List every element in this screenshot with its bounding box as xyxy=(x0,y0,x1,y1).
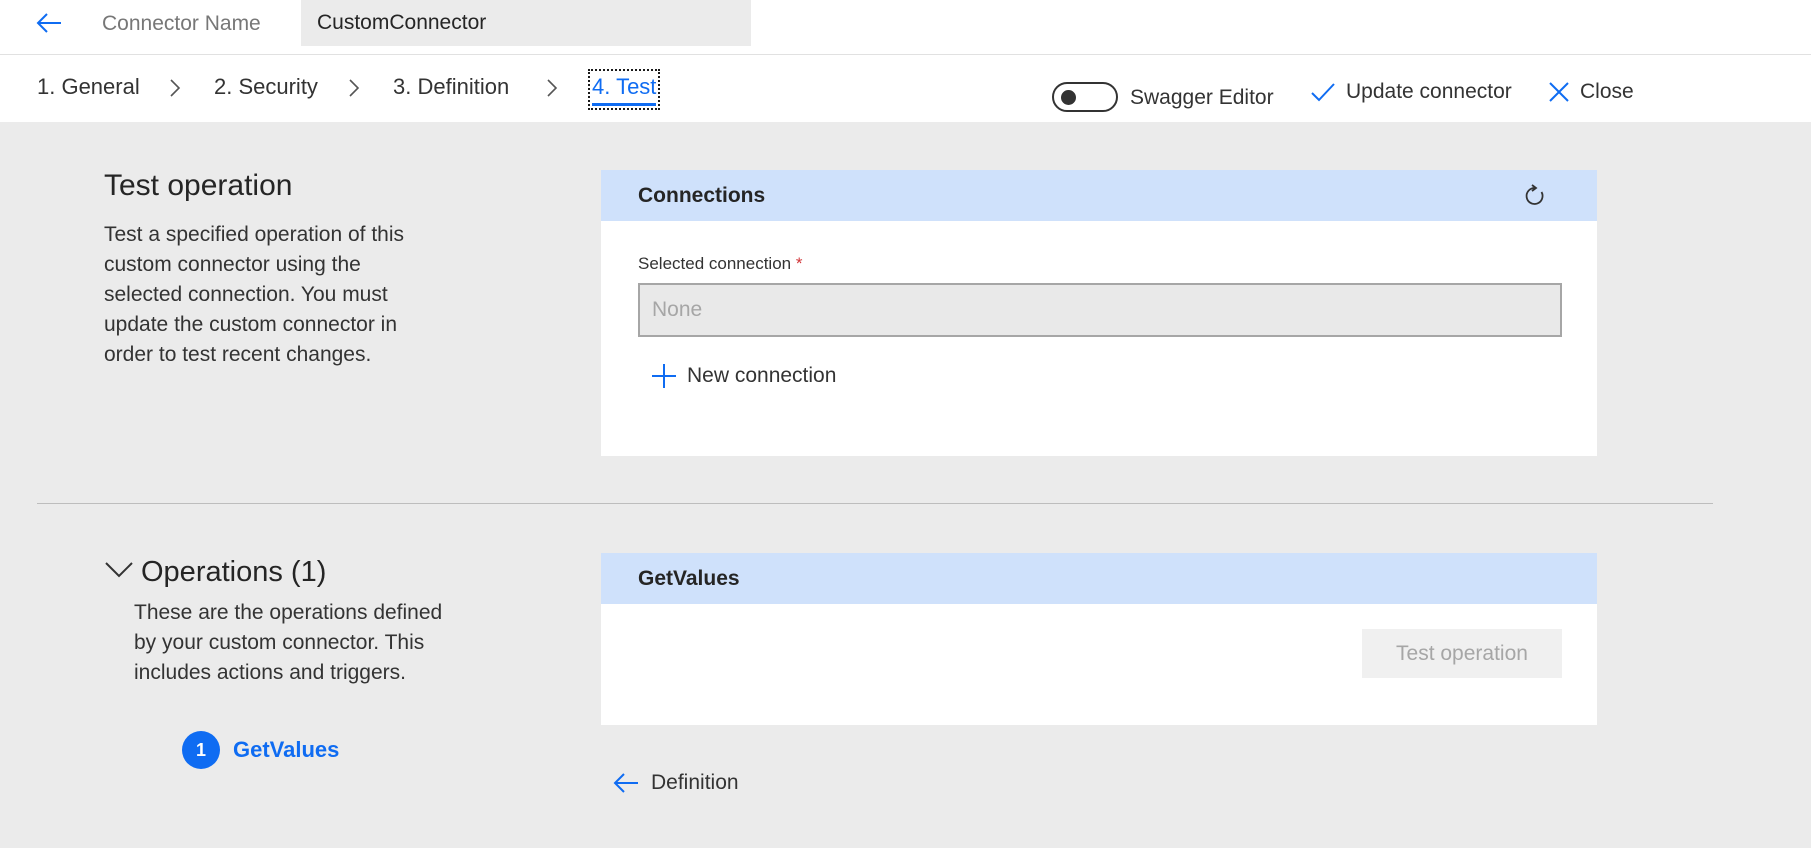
chevron-right-icon xyxy=(349,79,360,97)
new-connection-label: New connection xyxy=(687,364,837,387)
back-to-definition-label: Definition xyxy=(651,771,739,794)
connections-card-header: Connections xyxy=(601,170,1597,221)
close-icon xyxy=(1549,82,1569,102)
toggle-knob xyxy=(1061,90,1076,105)
connections-card: Connections Selected connection * None N… xyxy=(601,170,1597,456)
update-connector-label: Update connector xyxy=(1346,80,1512,103)
checkmark-icon xyxy=(1311,83,1335,102)
wizard-tab-bar: 1. General 2. Security 3. Definition 4. … xyxy=(0,55,1811,122)
test-operation-description: Test a specified operation of this custo… xyxy=(104,223,405,366)
swagger-editor-label: Swagger Editor xyxy=(1130,86,1274,109)
operation-name: GetValues xyxy=(233,737,340,762)
tab-security[interactable]: 2. Security xyxy=(214,73,318,101)
operation-card-title: GetValues xyxy=(638,566,740,590)
new-connection-button[interactable]: New connection xyxy=(651,363,836,389)
connector-name-input[interactable] xyxy=(301,0,751,46)
test-operation-title: Test operation xyxy=(104,169,293,202)
selected-connection-value: None xyxy=(652,298,703,321)
tab-general[interactable]: 1. General xyxy=(37,73,140,101)
test-operation-button[interactable]: Test operation xyxy=(1362,629,1562,678)
close-button[interactable]: Close xyxy=(1548,76,1634,108)
operation-index-badge: 1 xyxy=(182,731,220,769)
section-divider xyxy=(37,503,1713,504)
connector-name-label: Connector Name xyxy=(102,12,261,35)
update-connector-button[interactable]: Update connector xyxy=(1310,76,1512,108)
collapse-operations-button[interactable] xyxy=(104,560,134,584)
chevron-down-icon xyxy=(105,562,133,578)
arrow-left-icon xyxy=(613,773,638,793)
selected-connection-dropdown[interactable]: None xyxy=(638,283,1562,337)
operation-card: GetValues Test operation xyxy=(601,553,1597,725)
tab-test[interactable]: 4. Test xyxy=(587,69,661,110)
operations-description: These are the operations defined by your… xyxy=(134,601,443,684)
top-bar: Connector Name xyxy=(0,0,1811,55)
chevron-right-icon xyxy=(170,79,181,97)
operation-card-header: GetValues xyxy=(601,553,1597,604)
back-arrow-icon[interactable] xyxy=(34,10,64,36)
close-label: Close xyxy=(1580,80,1634,103)
selected-connection-label: Selected connection * xyxy=(638,253,802,275)
swagger-editor-toggle[interactable] xyxy=(1052,82,1118,112)
refresh-icon[interactable] xyxy=(1523,184,1547,208)
operations-title: Operations (1) xyxy=(141,556,327,588)
tab-definition[interactable]: 3. Definition xyxy=(393,73,509,101)
operation-item-getvalues[interactable]: 1 GetValues xyxy=(182,731,339,769)
back-to-definition-button[interactable]: Definition xyxy=(613,771,739,795)
plus-icon xyxy=(652,364,676,388)
selected-connection-text: Selected connection xyxy=(638,254,792,273)
connections-title: Connections xyxy=(638,183,766,207)
required-marker: * xyxy=(795,254,803,273)
chevron-right-icon xyxy=(547,79,558,97)
